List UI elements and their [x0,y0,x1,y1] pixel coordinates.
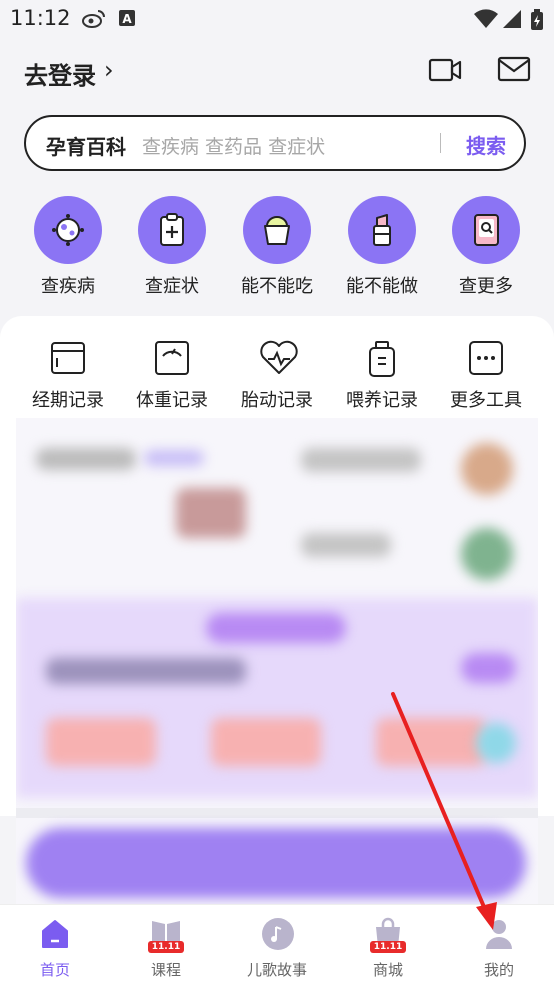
status-time: 11:12 [10,6,71,30]
mail-icon[interactable] [497,56,531,86]
promo-badge: 11.11 [148,941,184,953]
tool-weight-record[interactable]: 体重记录 [122,340,222,412]
tab-mine[interactable]: 我的 [454,917,544,980]
bag-icon: 11.11 [370,917,406,953]
search-button[interactable]: 搜索 [466,130,506,159]
bottle-icon [364,340,400,377]
quick-action-disease[interactable]: 查疾病 [34,196,102,297]
quick-action-more[interactable]: 查更多 [452,196,520,297]
user-icon [483,917,515,951]
quick-action-label: 查疾病 [41,276,95,297]
tool-more[interactable]: 更多工具 [436,340,536,412]
tool-label: 经期记录 [32,390,104,411]
promo-badge: 11.11 [370,941,406,953]
blurred-content [16,418,538,918]
book-search-icon [452,196,520,264]
tab-label: 首页 [39,961,70,979]
quick-action-label: 能不能做 [346,276,418,297]
quick-action-can-do[interactable]: 能不能做 [346,196,418,297]
search-input[interactable]: 查疾病 查药品 查症状 [142,132,325,159]
tab-courses[interactable]: 11.11 课程 [121,917,211,980]
ice-cream-icon [243,196,311,264]
quick-action-symptom[interactable]: 查症状 [138,196,206,297]
tool-period-record[interactable]: 经期记录 [18,340,118,412]
heartbeat-icon [259,340,298,376]
tab-label: 我的 [483,961,514,979]
tab-label: 商城 [372,961,403,979]
top-header: 去登录 › [0,48,554,98]
music-icon [261,917,294,951]
status-bar: 11:12 A [0,0,554,40]
wifi-icon [474,9,498,33]
tool-label: 喂养记录 [346,390,418,411]
weibo-icon [82,9,106,33]
quick-action-can-eat[interactable]: 能不能吃 [241,196,313,297]
scale-icon [154,340,190,376]
battery-icon [530,9,544,35]
tool-label: 体重记录 [136,390,208,411]
tool-label: 胎动记录 [241,390,313,411]
tab-mall[interactable]: 11.11 商城 [343,917,433,980]
tool-feeding-record[interactable]: 喂养记录 [332,340,432,412]
login-link[interactable]: 去登录 › [24,56,114,91]
search-brand: 孕育百科 [46,135,126,159]
book-icon: 11.11 [148,917,184,953]
tab-songs-stories[interactable]: 儿歌故事 [232,917,322,980]
svg-text:A: A [122,12,132,26]
quick-action-label: 查更多 [459,276,513,297]
search-bar[interactable]: 孕育百科 查疾病 查药品 查症状 搜索 [24,115,526,171]
quick-action-label: 查症状 [145,276,199,297]
signal-icon [502,9,522,33]
tool-fetal-movement-record[interactable]: 胎动记录 [227,340,327,412]
calendar-icon [50,340,86,376]
tab-label: 课程 [150,961,181,979]
tab-label: 儿歌故事 [246,961,307,979]
login-label: 去登录 [24,62,96,90]
video-camera-icon[interactable] [428,56,462,88]
quick-action-label: 能不能吃 [241,276,313,297]
chevron-right-icon: › [104,56,114,84]
tab-home[interactable]: 首页 [10,917,100,980]
bottom-tab-bar: 首页 11.11 课程 儿歌故事 11.11 商城 我的 [0,904,554,985]
more-icon [468,340,504,376]
app-notification-icon: A [118,9,136,31]
search-divider [440,133,441,153]
lipstick-icon [348,196,416,264]
tool-label: 更多工具 [450,390,522,411]
home-icon [39,917,71,951]
virus-icon [34,196,102,264]
clipboard-plus-icon [138,196,206,264]
